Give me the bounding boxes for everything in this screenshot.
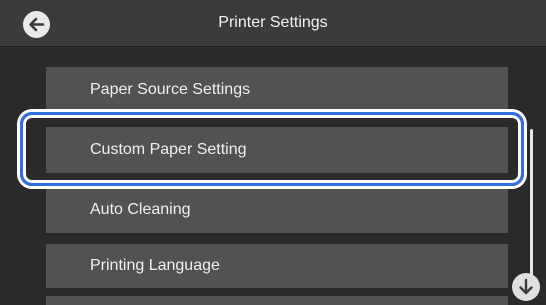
menu-item-paper-source-settings[interactable]: Paper Source Settings bbox=[46, 67, 508, 113]
arrow-down-icon bbox=[519, 278, 533, 295]
scroll-down-button[interactable] bbox=[512, 273, 540, 301]
page-title: Printer Settings bbox=[218, 14, 328, 31]
menu-item-auto-cleaning[interactable]: Auto Cleaning bbox=[46, 187, 508, 233]
printer-settings-screen: Printer Settings Paper Source Settings C… bbox=[0, 0, 546, 305]
back-button[interactable] bbox=[23, 11, 50, 38]
menu-item-next-partial[interactable] bbox=[46, 296, 508, 305]
scrollbar[interactable] bbox=[530, 129, 533, 279]
menu-item-printing-language[interactable]: Printing Language bbox=[46, 244, 508, 288]
settings-list: Paper Source Settings Custom Paper Setti… bbox=[0, 47, 546, 305]
menu-item-label: Printing Language bbox=[90, 257, 220, 274]
arrow-left-icon bbox=[29, 17, 45, 32]
header-bar: Printer Settings bbox=[0, 0, 546, 47]
menu-item-label: Auto Cleaning bbox=[90, 201, 191, 218]
menu-item-label: Paper Source Settings bbox=[90, 81, 251, 98]
menu-item-custom-paper-setting[interactable]: Custom Paper Setting bbox=[46, 127, 508, 173]
menu-item-label: Custom Paper Setting bbox=[90, 141, 247, 158]
